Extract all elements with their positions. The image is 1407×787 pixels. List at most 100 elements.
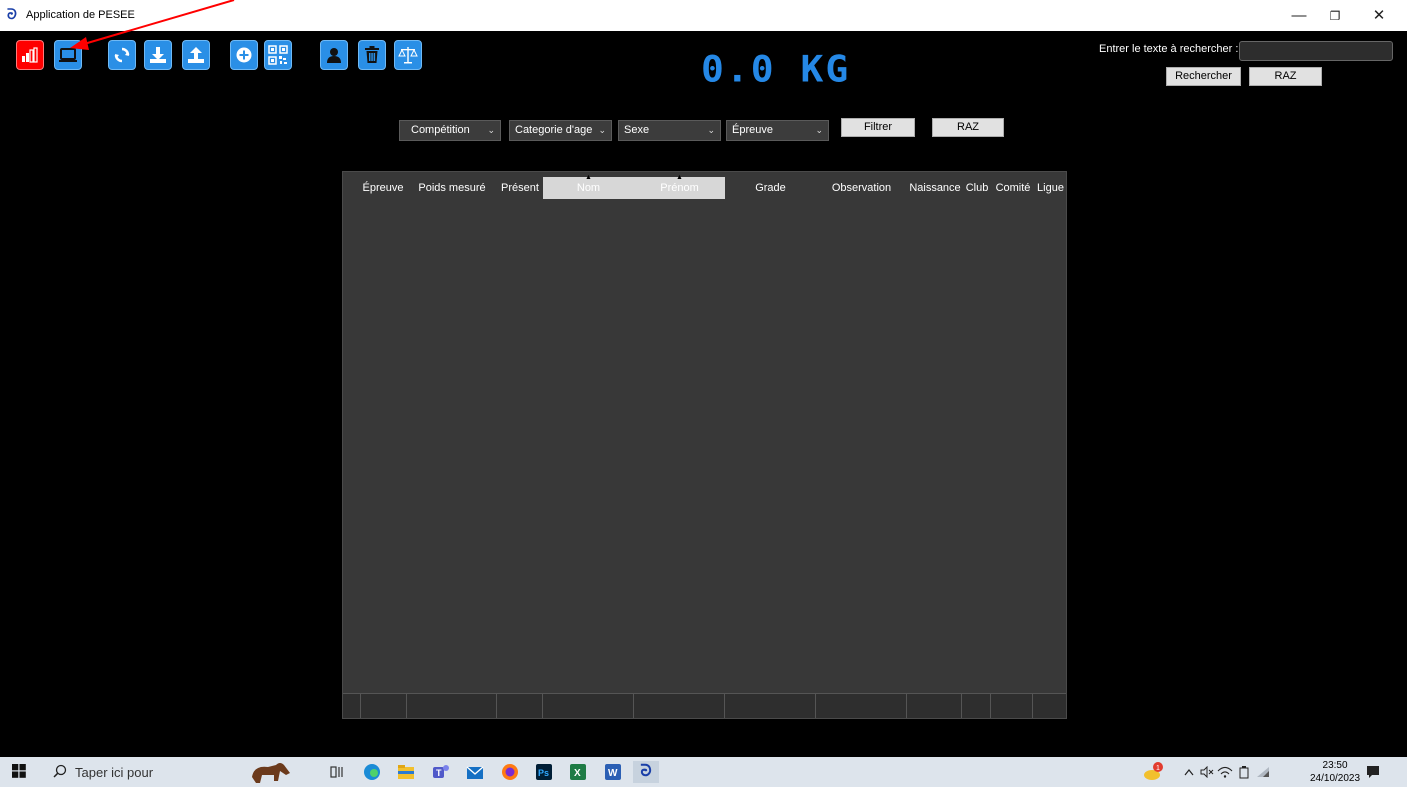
wifi-icon[interactable] [1255,761,1271,783]
minimize-button[interactable]: — [1287,6,1311,26]
close-button[interactable]: ✕ [1367,6,1391,26]
filter-reset-button[interactable]: RAZ [932,118,1004,137]
pesee-app-taskbar-icon[interactable]: ᘒ [633,761,659,783]
user-button[interactable] [320,40,348,70]
event-dropdown-value: Épreuve [732,124,773,136]
column-header-present[interactable]: Présent [497,177,543,199]
main-panel: 0.0 KG Entrer le texte à rechercher : Re… [8,31,1400,757]
sort-arrow-icon: ▲ [676,174,683,181]
column-header-first-name-label: Prénom [660,182,699,194]
taskbar-search-placeholder: Taper ici pour [75,764,154,780]
chevron-down-icon: ⌄ [487,125,495,135]
add-button[interactable] [230,40,258,70]
firefox-icon[interactable] [499,761,521,783]
horse-search-highlight-icon[interactable] [246,761,306,783]
footer-cell [991,694,1033,718]
age-category-dropdown[interactable]: Categorie d'age ⌄ [509,120,612,141]
sex-dropdown[interactable]: Sexe ⌄ [618,120,721,141]
footer-cell [1033,694,1066,718]
stats-icon [21,47,39,63]
excel-icon[interactable]: X [567,761,589,783]
speaker-muted-icon[interactable] [1199,761,1215,783]
app-window: ᘒ Application de PESEE — ❐ ✕ 0.0 KG Entr… [0,0,1407,787]
column-header-committee[interactable]: Comité [992,177,1034,199]
download-icon [149,46,167,64]
footer-cell [725,694,816,718]
competition-dropdown-value: Compétition [411,124,470,136]
weigh-button[interactable] [394,40,422,70]
column-header-weight[interactable]: Poids mesuré [407,177,497,199]
weather-badge: 1 [1156,765,1160,772]
svg-text:W: W [608,768,618,779]
trash-icon [364,46,380,64]
chevron-up-icon[interactable] [1182,761,1196,783]
filter-button[interactable]: Filtrer [841,118,915,137]
search-label: Entrer le texte à rechercher : [1099,43,1239,55]
file-explorer-icon[interactable] [395,761,417,783]
clock-time: 23:50 [1322,760,1348,771]
notifications-icon[interactable] [1363,761,1383,783]
svg-text:Ps: Ps [538,768,549,778]
footer-cell [361,694,407,718]
column-header-last-name[interactable]: ▲ Nom [543,174,634,199]
upload-button[interactable] [182,40,210,70]
qr-code-icon [268,45,288,65]
footer-cell [543,694,634,718]
windows-taskbar: Taper ici pour T Ps X W ᘒ 1 23:50 24/10/… [0,757,1407,787]
network-icon[interactable] [1217,761,1233,783]
taskbar-clock[interactable]: 23:50 24/10/2023 [1310,759,1360,785]
search-reset-button[interactable]: RAZ [1249,67,1322,86]
column-header-grade[interactable]: Grade [725,177,816,199]
footer-cell [962,694,991,718]
column-header-birth[interactable]: Naissance [909,177,961,199]
upload-icon [187,46,205,64]
qr-code-button[interactable] [264,40,292,70]
search-icon [53,764,67,781]
svg-text:T: T [436,768,442,778]
column-header-observation[interactable]: Observation [816,177,907,199]
maximize-button[interactable]: ❐ [1323,6,1347,26]
chevron-down-icon: ⌄ [707,125,715,135]
edge-icon[interactable] [361,761,383,783]
teams-icon[interactable]: T [430,761,452,783]
search-button[interactable]: Rechercher [1166,67,1241,86]
power-icon[interactable] [1237,761,1251,783]
column-header-last-name-label: Nom [576,182,601,194]
footer-cell [407,694,497,718]
window-title: Application de PESEE [26,9,135,21]
delete-button[interactable] [358,40,386,70]
competitors-table[interactable]: Épreuve Poids mesuré Présent ▲ Nom ▲ Pré… [342,171,1067,719]
stats-button[interactable] [16,40,44,70]
event-dropdown[interactable]: Épreuve ⌄ [726,120,829,141]
footer-cell [343,694,361,718]
sort-arrow-icon: ▲ [585,174,592,181]
footer-cell [634,694,725,718]
footer-cell [816,694,907,718]
laptop-button[interactable] [54,40,82,70]
title-bar: ᘒ Application de PESEE — ❐ ✕ [0,0,1407,31]
chevron-down-icon: ⌄ [815,125,823,135]
column-header-first-name[interactable]: ▲ Prénom [634,174,725,199]
windows-logo-icon [12,763,26,781]
task-view-icon[interactable] [326,761,348,783]
table-footer [343,693,1066,718]
photoshop-icon[interactable]: Ps [533,761,555,783]
taskbar-search-box[interactable]: Taper ici pour [33,757,219,787]
refresh-button[interactable] [108,40,136,70]
column-header-club[interactable]: Club [963,177,991,199]
weather-icon[interactable]: 1 [1140,761,1166,783]
download-button[interactable] [144,40,172,70]
clock-date: 24/10/2023 [1310,773,1361,784]
search-input[interactable] [1239,41,1393,61]
competition-dropdown[interactable]: Compétition ⌄ [399,120,501,141]
sex-dropdown-value: Sexe [624,124,650,136]
column-header-event[interactable]: Épreuve [361,177,405,199]
add-icon [235,46,253,64]
refresh-icon [113,46,131,64]
start-button[interactable] [8,761,30,783]
scale-icon [398,46,418,64]
laptop-icon [58,47,78,63]
column-header-league[interactable]: Ligue [1035,177,1066,199]
mail-icon[interactable] [464,761,486,783]
word-icon[interactable]: W [602,761,624,783]
